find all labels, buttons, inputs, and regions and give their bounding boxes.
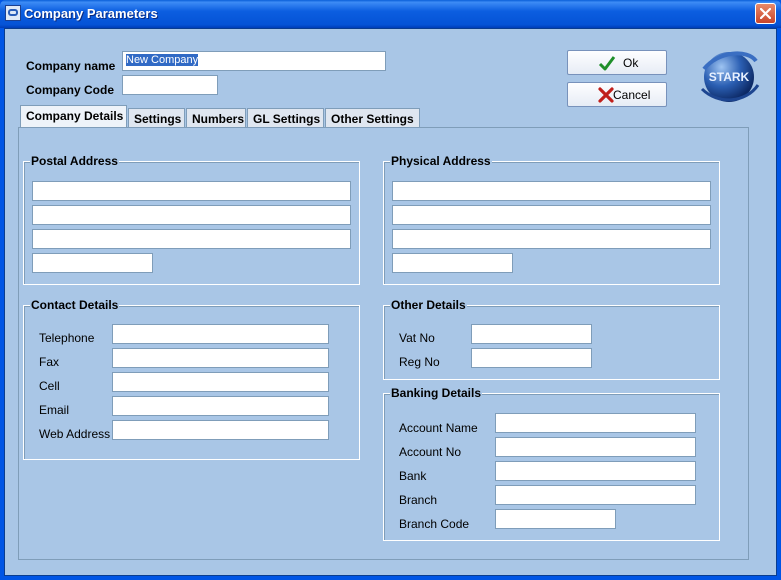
physical-address-group: Physical Address [383, 154, 720, 285]
branch-code-label: Branch Code [399, 517, 470, 531]
vat-no-label: Vat No [399, 331, 435, 345]
physical-address-title: Physical Address [390, 154, 492, 168]
logo-text: STARK [709, 70, 750, 84]
company-name-input[interactable]: New Company [122, 51, 386, 71]
branch-code-input[interactable] [495, 509, 616, 529]
close-button[interactable] [755, 3, 776, 24]
web-address-input[interactable] [112, 420, 329, 440]
contact-details-title: Contact Details [30, 298, 120, 312]
company-code-input[interactable] [122, 75, 218, 95]
account-no-input[interactable] [495, 437, 696, 457]
cell-label: Cell [39, 379, 60, 393]
tab-other-settings[interactable]: Other Settings [325, 108, 420, 128]
tab-company-details[interactable]: Company Details [20, 105, 127, 127]
email-label: Email [39, 403, 70, 417]
account-name-input[interactable] [495, 413, 696, 433]
postal-address-line-2[interactable] [32, 205, 351, 225]
close-icon [760, 8, 771, 19]
cell-input[interactable] [112, 372, 329, 392]
ok-button[interactable]: Ok [567, 50, 667, 75]
bank-label: Bank [399, 469, 427, 483]
title-bar[interactable]: Company Parameters [0, 0, 781, 28]
physical-address-line-3[interactable] [392, 229, 711, 249]
postal-address-group: Postal Address [23, 154, 360, 285]
physical-address-code[interactable] [392, 253, 513, 273]
checkmark-icon [598, 56, 616, 71]
banking-details-title: Banking Details [390, 386, 483, 400]
cancel-x-icon [598, 87, 614, 103]
reg-no-label: Reg No [399, 355, 440, 369]
postal-address-line-1[interactable] [32, 181, 351, 201]
fax-input[interactable] [112, 348, 329, 368]
email-input[interactable] [112, 396, 329, 416]
physical-address-line-1[interactable] [392, 181, 711, 201]
bank-input[interactable] [495, 461, 696, 481]
company-details-panel: Postal Address Physical Address Contact … [18, 127, 749, 560]
telephone-label: Telephone [39, 331, 95, 345]
tab-gl-settings[interactable]: GL Settings [247, 108, 324, 128]
ok-button-label: Ok [623, 56, 639, 70]
branch-label: Branch [399, 493, 438, 507]
company-parameters-window: Company Parameters Company name New Comp… [0, 0, 781, 580]
account-name-label: Account Name [399, 421, 478, 435]
window-title: Company Parameters [24, 6, 158, 21]
cancel-button[interactable]: Cancel [567, 82, 667, 107]
physical-address-line-2[interactable] [392, 205, 711, 225]
account-no-label: Account No [399, 445, 462, 459]
banking-details-group: Banking Details Account Name Account No … [383, 386, 720, 541]
branch-input[interactable] [495, 485, 696, 505]
fax-label: Fax [39, 355, 60, 369]
other-details-title: Other Details [390, 298, 467, 312]
cancel-button-label: Cancel [613, 88, 651, 102]
web-address-label: Web Address [39, 427, 111, 441]
vat-no-input[interactable] [471, 324, 592, 344]
company-code-label: Company Code [26, 83, 115, 97]
company-name-value: New Company [126, 54, 199, 66]
other-details-group: Other Details Vat No Reg No [383, 298, 720, 380]
tab-settings[interactable]: Settings [128, 108, 185, 128]
postal-address-line-3[interactable] [32, 229, 351, 249]
dialog-client-area: Company name New Company Company Code Ok… [4, 28, 777, 576]
postal-address-code[interactable] [32, 253, 153, 273]
app-icon [5, 5, 21, 21]
tab-numbers[interactable]: Numbers [186, 108, 246, 128]
contact-details-group: Contact Details Telephone Fax Cell Email… [23, 298, 360, 460]
postal-address-title: Postal Address [30, 154, 119, 168]
stark-logo: STARK [698, 45, 760, 107]
reg-no-input[interactable] [471, 348, 592, 368]
company-name-label: Company name [26, 59, 116, 73]
telephone-input[interactable] [112, 324, 329, 344]
